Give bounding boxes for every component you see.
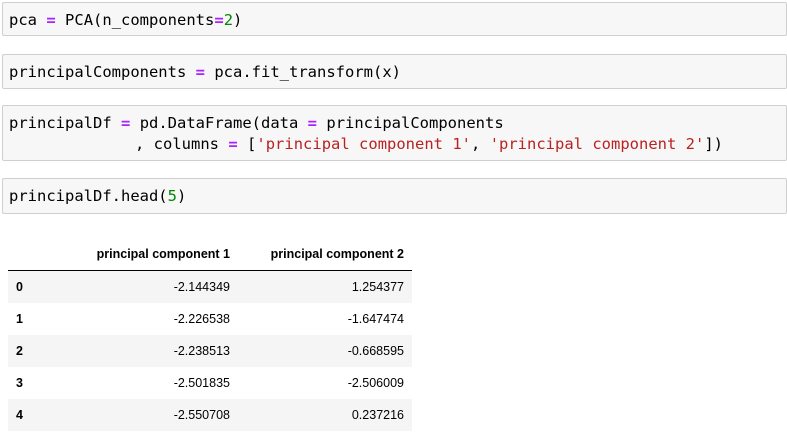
table-cell: -2.506009 bbox=[347, 376, 404, 390]
code-argument: principalComponents bbox=[326, 114, 504, 132]
code-operator: = bbox=[195, 63, 205, 81]
table-cell: -1.647474 bbox=[347, 312, 404, 326]
table-cell: -2.550708 bbox=[173, 408, 230, 422]
code-operator: = bbox=[214, 11, 224, 29]
row-index: 3 bbox=[16, 376, 23, 390]
code-paren: ) bbox=[176, 187, 187, 205]
code-cell-fit-transform[interactable]: principalComponents = pca.fit_transform(… bbox=[2, 54, 787, 89]
table-cell: -2.144349 bbox=[173, 280, 230, 294]
code-number: 5 bbox=[167, 187, 177, 205]
code-string: 'principal component 1' bbox=[256, 135, 472, 153]
row-index: 0 bbox=[16, 280, 23, 294]
code-variable: pca bbox=[9, 11, 37, 29]
code-cell-pca[interactable]: pca = PCA(n_components=2) bbox=[2, 2, 787, 36]
table-row: 3 -2.501835 -2.506009 bbox=[8, 367, 412, 399]
code-separator: , bbox=[471, 135, 490, 153]
code-operator: = bbox=[307, 114, 318, 132]
table-row: 2 -2.238513 -0.668595 bbox=[8, 335, 412, 367]
table-cell: -2.238513 bbox=[173, 344, 230, 358]
column-header: principal component 1 bbox=[40, 238, 238, 271]
index-header bbox=[8, 238, 40, 271]
table-header-row: principal component 1 principal componen… bbox=[8, 238, 412, 271]
code-cell-dataframe[interactable]: principalDf = pd.DataFrame(data = princi… bbox=[2, 105, 787, 161]
code-variable: principalComponents bbox=[9, 63, 187, 81]
code-call: pd.DataFrame(data bbox=[139, 114, 299, 132]
table-cell: -2.226538 bbox=[173, 312, 230, 326]
table-cell: -2.501835 bbox=[173, 376, 230, 390]
code-call: principalDf.head( bbox=[9, 187, 168, 205]
row-index: 2 bbox=[16, 344, 23, 358]
code-string: 'principal component 2' bbox=[489, 135, 705, 153]
code-keyword-arg: , columns bbox=[135, 135, 219, 153]
table-row: 0 -2.144349 1.254377 bbox=[8, 270, 412, 303]
code-operator: = bbox=[121, 114, 131, 132]
code-cell-head[interactable]: principalDf.head(5) bbox=[2, 178, 787, 214]
table-row: 1 -2.226538 -1.647474 bbox=[8, 303, 412, 335]
code-call: pca.fit_transform(x) bbox=[214, 63, 401, 81]
table-cell: 1.254377 bbox=[351, 280, 404, 294]
column-header: principal component 2 bbox=[238, 238, 412, 271]
output-dataframe: principal component 1 principal componen… bbox=[8, 238, 412, 431]
table-cell: -0.668595 bbox=[347, 344, 404, 358]
dataframe-table: principal component 1 principal componen… bbox=[8, 238, 412, 431]
table-cell: 0.237216 bbox=[351, 408, 404, 422]
code-bracket: ]) bbox=[704, 135, 723, 153]
row-index: 4 bbox=[16, 408, 23, 422]
code-operator: = bbox=[46, 11, 56, 29]
row-index: 1 bbox=[16, 312, 23, 326]
code-paren: ) bbox=[233, 11, 243, 29]
code-continuation: , columns = ['principal component 1', 'p… bbox=[9, 135, 723, 153]
code-number: 2 bbox=[223, 11, 234, 29]
table-row: 4 -2.550708 0.237216 bbox=[8, 399, 412, 431]
code-call: PCA(n_components bbox=[65, 11, 215, 29]
code-variable: principalDf bbox=[9, 114, 112, 132]
code-operator: = bbox=[228, 135, 238, 153]
code-bracket: [ bbox=[247, 135, 257, 153]
